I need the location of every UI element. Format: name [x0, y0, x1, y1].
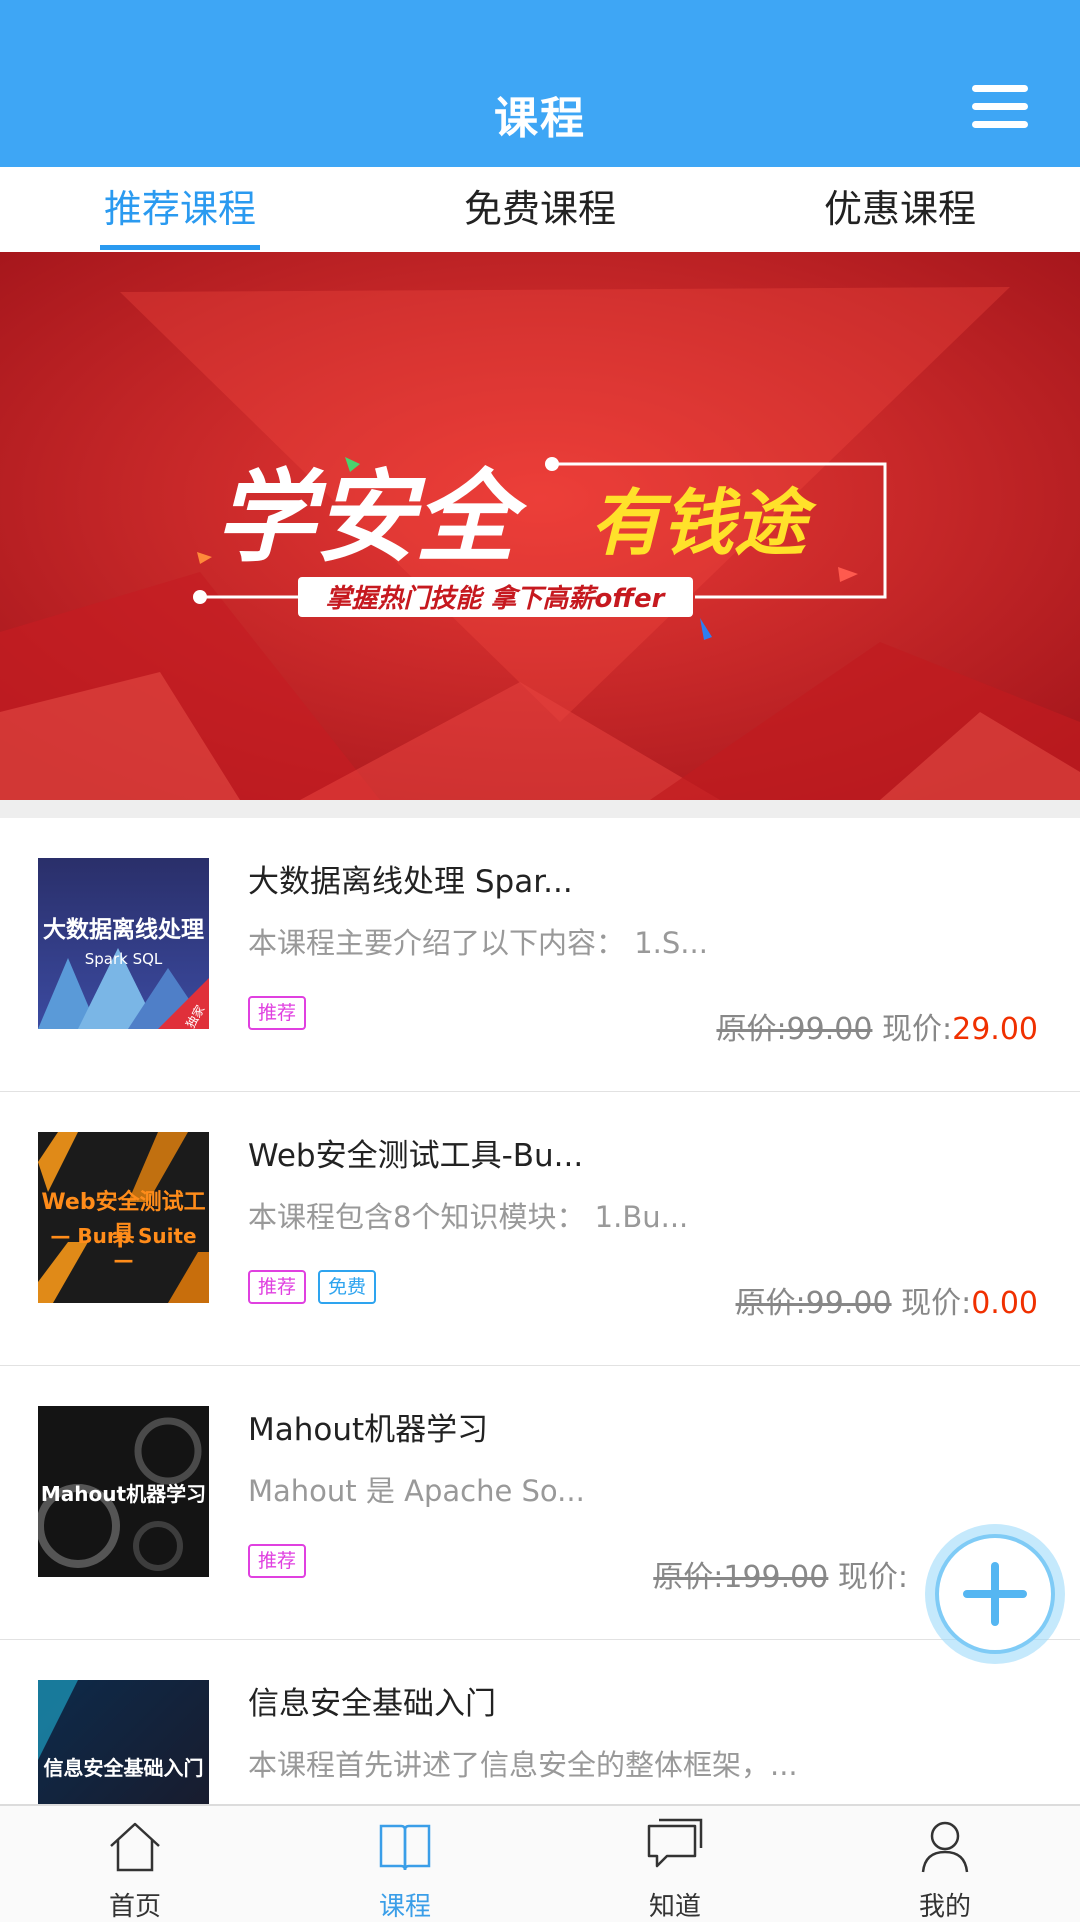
banner-headline-main: 学安全 [215, 459, 528, 576]
thumbnail-title: 信息安全基础入门 [43, 1756, 204, 1780]
course-tags: 推荐 [248, 996, 318, 1030]
course-item[interactable]: Mahout机器学习 Mahout机器学习 Mahout 是 Apache So… [0, 1366, 1080, 1641]
hamburger-menu-icon[interactable] [972, 85, 1028, 129]
nav-label: 首页 [108, 1892, 161, 1922]
add-fab-button[interactable] [925, 1524, 1065, 1664]
course-title[interactable]: 信息安全基础入门 [248, 1678, 496, 1723]
course-item[interactable]: Web安全测试工具 — Burp Suite — Web安全测试工具-Bu...… [0, 1092, 1080, 1367]
course-thumbnail[interactable]: 信息安全基础入门 [38, 1680, 209, 1804]
course-title[interactable]: Web安全测试工具-Bu... [248, 1130, 583, 1175]
tag-recommended: 推荐 [248, 996, 307, 1030]
thumbnail-title: Mahout机器学习 [40, 1482, 207, 1506]
banner-graphic: 学安全 有钱途 掌握热门技能 拿下高薪offer [0, 252, 1080, 800]
thumbnail-subtitle: — Burp Suite — [50, 1224, 197, 1272]
course-item[interactable]: 信息安全基础入门 信息安全基础入门 本课程首先讲述了信息安全的整体框架，... [0, 1640, 1080, 1804]
nav-label: 知道 [648, 1892, 701, 1922]
nav-item-zhidao[interactable]: 知道 [540, 1806, 810, 1922]
course-price: 原价:199.00 现价: [653, 1552, 908, 1596]
course-item[interactable]: 大数据离线处理 Spark SQL 独家 大数据离线处理 Spar... 本课程… [0, 818, 1080, 1093]
course-description: 本课程包含8个知识模块： 1.Bu... [248, 1200, 689, 1234]
nav-label: 我的 [918, 1892, 971, 1922]
plus-icon-vertical [991, 1562, 999, 1626]
course-thumbnail[interactable]: Mahout机器学习 [38, 1406, 209, 1577]
section-divider [0, 800, 1080, 818]
course-thumbnail[interactable]: 大数据离线处理 Spark SQL 独家 [38, 858, 209, 1029]
active-tab-indicator [100, 245, 260, 250]
course-description: 本课程首先讲述了信息安全的整体框架，... [248, 1748, 798, 1782]
thumbnail-title: 大数据离线处理 [43, 917, 204, 943]
current-price-label: 现价: [901, 1286, 972, 1321]
course-tags: 推荐 免费 [248, 1270, 388, 1304]
thumbnail-subtitle: Spark SQL [84, 950, 163, 968]
course-title[interactable]: Mahout机器学习 [248, 1404, 488, 1449]
course-price: 原价:99.00 现价:0.00 [736, 1278, 1038, 1322]
current-price: 0.00 [971, 1286, 1038, 1321]
home-icon [110, 1822, 160, 1872]
chat-icon [647, 1818, 703, 1868]
course-list: 大数据离线处理 Spark SQL 独家 大数据离线处理 Spar... 本课程… [0, 818, 1080, 1804]
tab-free[interactable]: 免费课程 [460, 167, 620, 252]
course-description: 本课程主要介绍了以下内容： 1.S... [248, 926, 708, 960]
tag-recommended: 推荐 [248, 1544, 307, 1578]
nav-item-mine[interactable]: 我的 [810, 1806, 1080, 1922]
banner-headline-accent: 有钱途 [590, 481, 817, 565]
page-title: 课程 [494, 93, 586, 144]
tag-free: 免费 [318, 1270, 377, 1304]
original-price: 原价:99.00 [716, 1012, 873, 1047]
current-price: 29.00 [952, 1012, 1038, 1047]
tab-label: 免费课程 [463, 187, 616, 231]
course-tabs: 推荐课程 免费课程 优惠课程 [0, 167, 1080, 253]
course-price: 原价:99.00 现价:29.00 [716, 1004, 1038, 1048]
tab-label: 优惠课程 [823, 187, 976, 231]
promo-banner[interactable]: 学安全 有钱途 掌握热门技能 拿下高薪offer [0, 252, 1080, 800]
tab-discount[interactable]: 优惠课程 [820, 167, 980, 252]
course-description: Mahout 是 Apache So... [248, 1474, 585, 1508]
nav-item-courses[interactable]: 课程 [270, 1806, 540, 1922]
nav-label: 课程 [378, 1892, 431, 1922]
tab-label: 推荐课程 [103, 187, 256, 231]
user-icon [921, 1821, 969, 1873]
banner-subline: 掌握热门技能 拿下高薪offer [325, 584, 666, 614]
original-price: 原价:199.00 [653, 1560, 829, 1595]
thumbnail-graphic [38, 1680, 209, 1804]
current-price-label: 现价: [837, 1560, 908, 1595]
course-tags: 推荐 [248, 1544, 318, 1578]
book-icon [379, 1824, 431, 1871]
bottom-navigation: 首页 课程 知道 我的 [0, 1804, 1080, 1922]
original-price: 原价:99.00 [735, 1286, 892, 1321]
nav-item-home[interactable]: 首页 [0, 1806, 270, 1922]
app-header: 课程 [0, 0, 1080, 167]
course-thumbnail[interactable]: Web安全测试工具 — Burp Suite — [38, 1132, 209, 1303]
tab-recommended[interactable]: 推荐课程 [100, 167, 260, 252]
course-title[interactable]: 大数据离线处理 Spar... [248, 856, 573, 901]
current-price-label: 现价: [882, 1012, 953, 1047]
tag-recommended: 推荐 [248, 1270, 307, 1304]
